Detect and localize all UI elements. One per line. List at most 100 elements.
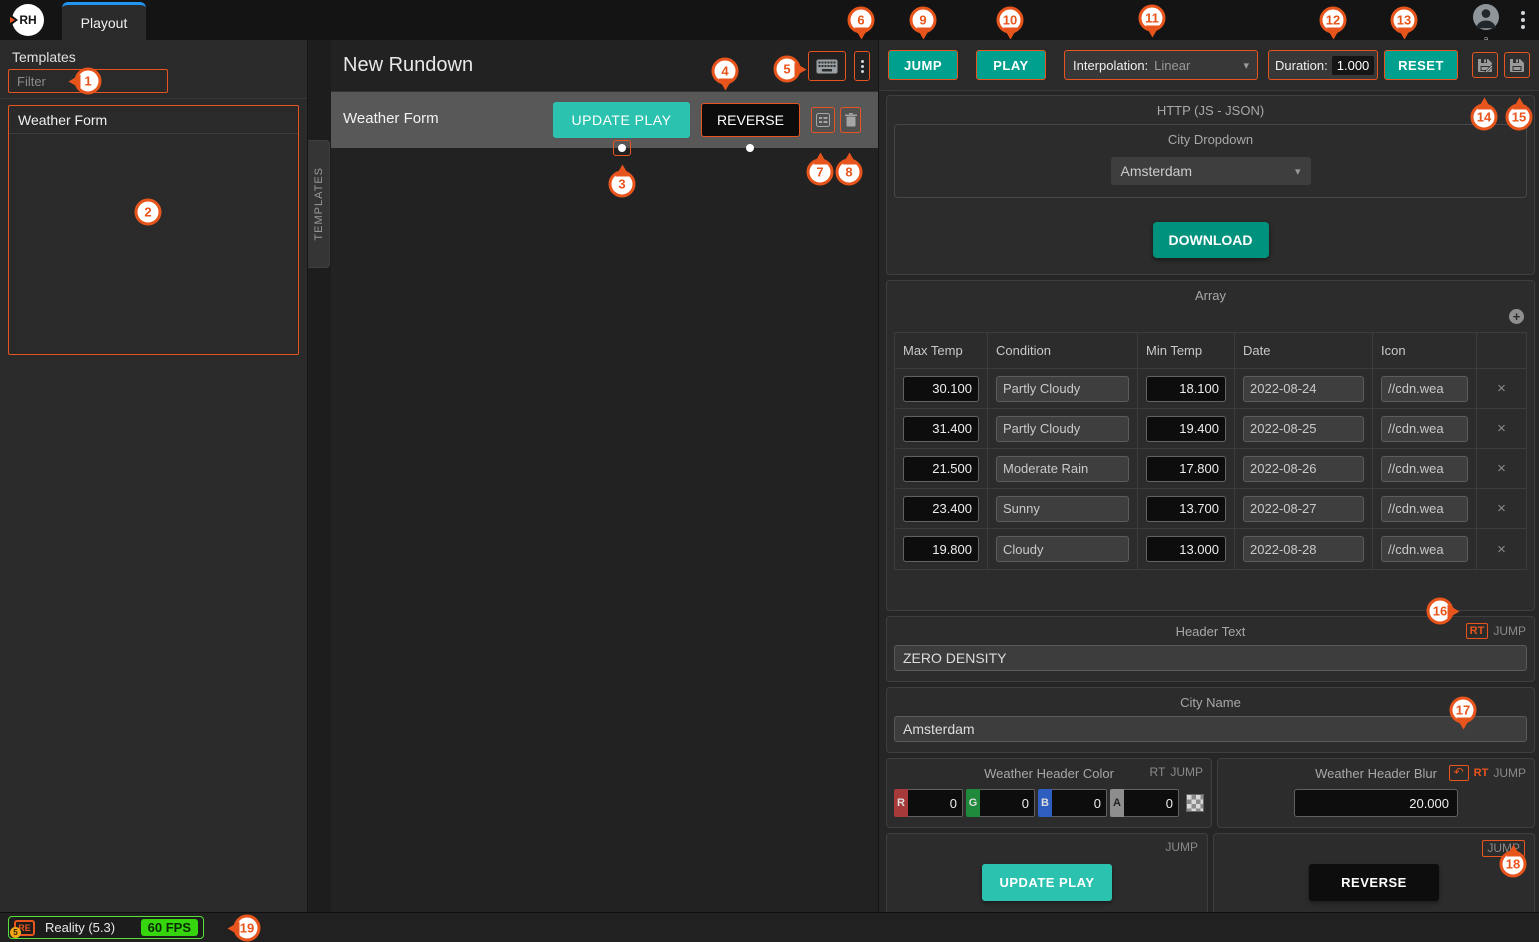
callout-8: 8 xyxy=(836,159,863,186)
col-header-actions xyxy=(1477,333,1526,369)
blue-channel-badge: B xyxy=(1038,789,1052,817)
http-section: HTTP (JS - JSON) City Dropdown Amsterdam… xyxy=(886,95,1535,275)
reverse-button[interactable]: REVERSE xyxy=(701,103,800,137)
user-avatar[interactable]: a xyxy=(1471,4,1501,43)
green-channel-input[interactable] xyxy=(980,789,1035,817)
reverse-button[interactable]: REVERSE xyxy=(1309,864,1439,901)
keyboard-icon xyxy=(816,59,838,74)
callout-3: 3 xyxy=(609,171,636,198)
play-button[interactable]: PLAY xyxy=(976,50,1046,80)
delete-row-button[interactable]: × xyxy=(1497,380,1506,397)
cue-dot-update-play[interactable] xyxy=(618,144,626,152)
duration-field[interactable]: Duration: 1.000 xyxy=(1268,50,1378,80)
header-text-input[interactable] xyxy=(894,645,1527,671)
rundown-item-row[interactable]: Weather Form UPDATE PLAY REVERSE xyxy=(331,92,878,148)
shortcut-keyboard-button[interactable] xyxy=(808,51,846,81)
update-play-button[interactable]: UPDATE PLAY xyxy=(982,864,1112,901)
col-header-max-temp: Max Temp xyxy=(895,333,988,369)
callout-15: 15 xyxy=(1506,104,1533,131)
icon-url-input[interactable] xyxy=(1381,416,1468,442)
interpolation-dropdown[interactable]: Interpolation: Linear ▾ xyxy=(1064,50,1258,80)
max-temp-input[interactable] xyxy=(903,456,979,482)
save-button[interactable] xyxy=(1504,52,1530,78)
icon-url-input[interactable] xyxy=(1381,536,1468,562)
blue-channel-input[interactable] xyxy=(1052,789,1107,817)
cue-dot-reverse[interactable] xyxy=(746,144,754,152)
col-header-min-temp: Min Temp xyxy=(1138,333,1235,369)
delete-item-button[interactable] xyxy=(840,107,861,133)
app-menu-kebab-icon[interactable] xyxy=(1521,8,1525,32)
playout-toolbar: JUMP PLAY Interpolation: Linear ▾ Durati… xyxy=(879,40,1539,91)
array-section-title: Array xyxy=(887,281,1534,307)
jump-toggle[interactable]: JUMP xyxy=(1165,840,1198,854)
rundown-kebab-button[interactable] xyxy=(854,51,870,81)
condition-input[interactable] xyxy=(996,496,1129,522)
rundown-title: New Rundown xyxy=(343,54,473,77)
rt-toggle[interactable]: RT xyxy=(1474,767,1489,779)
callout-13: 13 xyxy=(1391,7,1418,34)
jump-toggle[interactable]: JUMP xyxy=(1493,766,1526,780)
icon-url-input[interactable] xyxy=(1381,376,1468,402)
date-input[interactable] xyxy=(1243,376,1364,402)
callout-16: 16 xyxy=(1427,598,1454,625)
condition-input[interactable] xyxy=(996,416,1129,442)
condition-input[interactable] xyxy=(996,456,1129,482)
jump-button[interactable]: JUMP xyxy=(888,50,958,80)
reset-button[interactable]: RESET xyxy=(1384,50,1458,80)
reverse-panel: JUMP REVERSE xyxy=(1213,833,1535,919)
undo-icon[interactable]: ↶ xyxy=(1449,765,1469,781)
min-temp-input[interactable] xyxy=(1146,376,1226,402)
jump-toggle[interactable]: JUMP xyxy=(1170,765,1203,779)
add-row-button[interactable]: + xyxy=(1509,309,1524,324)
icon-url-input[interactable] xyxy=(1381,496,1468,522)
max-temp-input[interactable] xyxy=(903,376,979,402)
condition-input[interactable] xyxy=(996,376,1129,402)
col-header-condition: Condition xyxy=(988,333,1138,369)
icon-url-input[interactable] xyxy=(1381,456,1468,482)
templates-vertical-tab[interactable]: TEMPLATES xyxy=(308,140,330,268)
form-icon xyxy=(816,113,830,127)
callout-5: 5 xyxy=(774,56,801,83)
chevron-down-icon: ▾ xyxy=(1243,59,1249,72)
delete-row-button[interactable]: × xyxy=(1497,420,1506,437)
save-as-button[interactable] xyxy=(1472,52,1498,78)
condition-input[interactable] xyxy=(996,536,1129,562)
kebab-icon xyxy=(861,58,864,75)
red-channel-input[interactable] xyxy=(908,789,963,817)
jump-toggle[interactable]: JUMP xyxy=(1493,624,1526,638)
delete-row-button[interactable]: × xyxy=(1497,500,1506,517)
color-swatch-picker[interactable] xyxy=(1186,794,1204,812)
engine-status-badge[interactable]: RE 5 Reality (5.3) 60 FPS xyxy=(8,916,204,939)
header-text-section: Header Text RT JUMP xyxy=(886,616,1535,682)
max-temp-input[interactable] xyxy=(903,536,979,562)
min-temp-input[interactable] xyxy=(1146,496,1226,522)
min-temp-input[interactable] xyxy=(1146,456,1226,482)
delete-row-button[interactable]: × xyxy=(1497,541,1506,558)
min-temp-input[interactable] xyxy=(1146,416,1226,442)
delete-row-button[interactable]: × xyxy=(1497,460,1506,477)
vertical-tab-label: TEMPLATES xyxy=(313,167,325,241)
form-view-button[interactable] xyxy=(811,107,835,133)
rt-toggle[interactable]: RT xyxy=(1150,765,1166,779)
date-input[interactable] xyxy=(1243,456,1364,482)
date-input[interactable] xyxy=(1243,536,1364,562)
rundown-panel: New Rundown xyxy=(331,40,879,912)
max-temp-input[interactable] xyxy=(903,496,979,522)
tab-playout[interactable]: Playout xyxy=(62,2,146,40)
template-item-weather-form[interactable]: Weather Form xyxy=(9,106,298,134)
alpha-channel-input[interactable] xyxy=(1124,789,1179,817)
download-button[interactable]: DOWNLOAD xyxy=(1153,222,1269,258)
reality-hub-logo[interactable]: RH xyxy=(12,4,44,36)
max-temp-input[interactable] xyxy=(903,416,979,442)
city-name-input[interactable] xyxy=(894,716,1527,742)
city-name-section: City Name xyxy=(886,687,1535,753)
city-dropdown-select[interactable]: Amsterdam ▾ xyxy=(1111,157,1311,185)
update-play-button[interactable]: UPDATE PLAY xyxy=(553,102,690,138)
min-temp-input[interactable] xyxy=(1146,536,1226,562)
blur-value-input[interactable] xyxy=(1294,789,1458,817)
rt-toggle[interactable]: RT xyxy=(1466,623,1489,639)
callout-11: 11 xyxy=(1139,5,1166,32)
date-input[interactable] xyxy=(1243,416,1364,442)
callout-17: 17 xyxy=(1450,697,1477,724)
date-input[interactable] xyxy=(1243,496,1364,522)
